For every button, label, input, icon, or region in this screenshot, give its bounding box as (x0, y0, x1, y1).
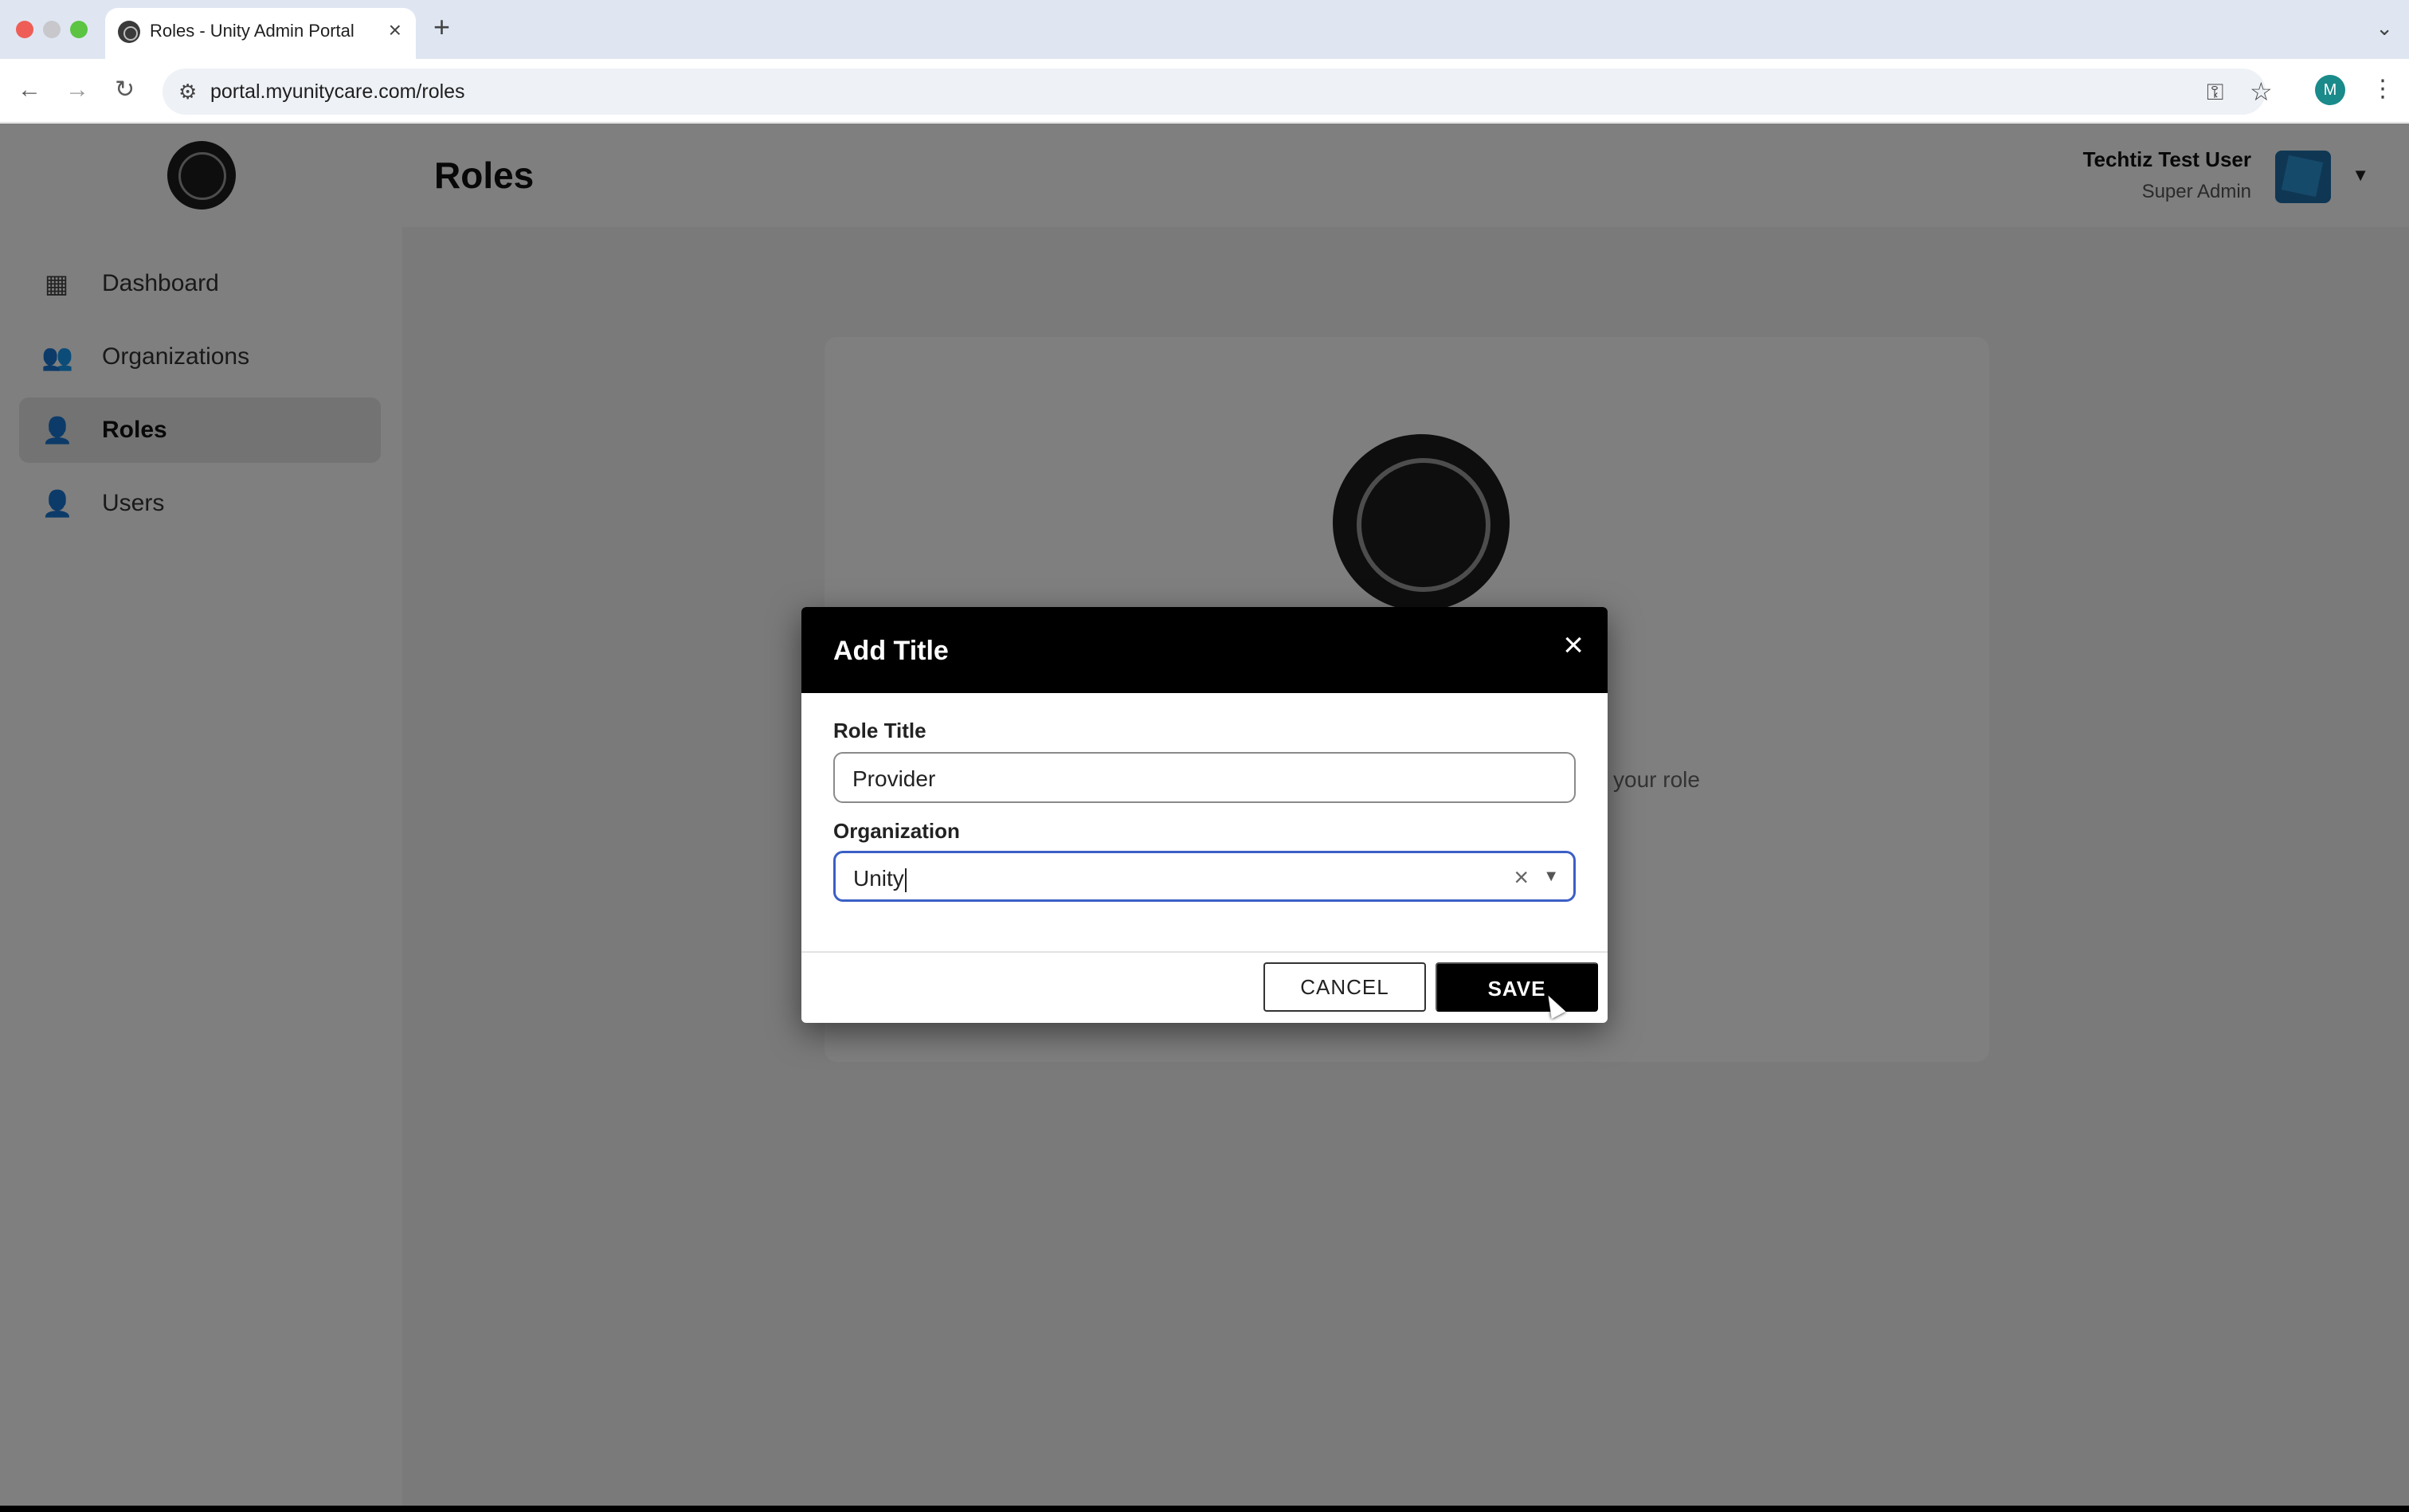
role-title-value: Provider (852, 766, 936, 791)
profile-avatar[interactable]: M (2315, 75, 2345, 105)
screen-bottom-edge (0, 1506, 2409, 1512)
tab-search-chevron-icon[interactable]: ⌄ (2376, 16, 2393, 41)
tab-title: Roles - Unity Admin Portal (150, 21, 354, 41)
organization-text-wrap: Unity (853, 866, 907, 892)
cancel-button[interactable]: CANCEL (1263, 962, 1426, 1012)
organization-value: Unity (853, 866, 904, 891)
dialog-divider (801, 951, 1608, 953)
password-key-icon[interactable]: ⚿ (2207, 80, 2223, 106)
window-maximize-button[interactable] (70, 21, 88, 38)
dialog-title: Add Title (833, 636, 949, 666)
bookmark-star-icon[interactable]: ☆ (2250, 76, 2273, 107)
save-button[interactable]: SAVE (1436, 962, 1598, 1012)
browser-menu-icon[interactable]: ⋮ (2371, 75, 2395, 103)
back-arrow-icon[interactable]: ← (18, 76, 41, 104)
role-title-input[interactable]: Provider (833, 752, 1576, 803)
window-minimize-button[interactable] (43, 21, 61, 38)
site-info-icon[interactable]: ⚙ (178, 80, 197, 104)
forward-arrow-icon[interactable]: → (65, 76, 89, 104)
clear-icon[interactable]: × (1514, 863, 1529, 891)
browser-tab-bar: Roles - Unity Admin Portal × + ⌄ (0, 0, 2409, 59)
browser-toolbar: ← → ↻ ⚙ portal.myunitycare.com/roles ⚿ ☆… (0, 59, 2409, 123)
favicon-icon (118, 21, 140, 43)
tab-close-icon[interactable]: × (389, 19, 402, 41)
reload-icon[interactable]: ↻ (115, 76, 135, 104)
dropdown-arrow-icon[interactable]: ▼ (1543, 868, 1559, 886)
close-icon[interactable]: × (1563, 628, 1584, 663)
dialog-header: Add Title × (801, 607, 1608, 693)
window-close-button[interactable] (16, 21, 33, 38)
text-caret (904, 868, 907, 892)
organization-label: Organization (833, 819, 960, 843)
new-tab-icon[interactable]: + (433, 13, 450, 41)
address-bar[interactable]: ⚙ portal.myunitycare.com/roles (163, 69, 2266, 115)
url-text[interactable]: portal.myunitycare.com/roles (210, 80, 465, 104)
role-title-label: Role Title (833, 719, 926, 742)
browser-tab[interactable]: Roles - Unity Admin Portal × (105, 8, 416, 59)
organization-select[interactable]: Unity × ▼ (833, 851, 1576, 902)
add-title-dialog: Add Title × Role Title Provider Organiza… (801, 607, 1608, 1023)
